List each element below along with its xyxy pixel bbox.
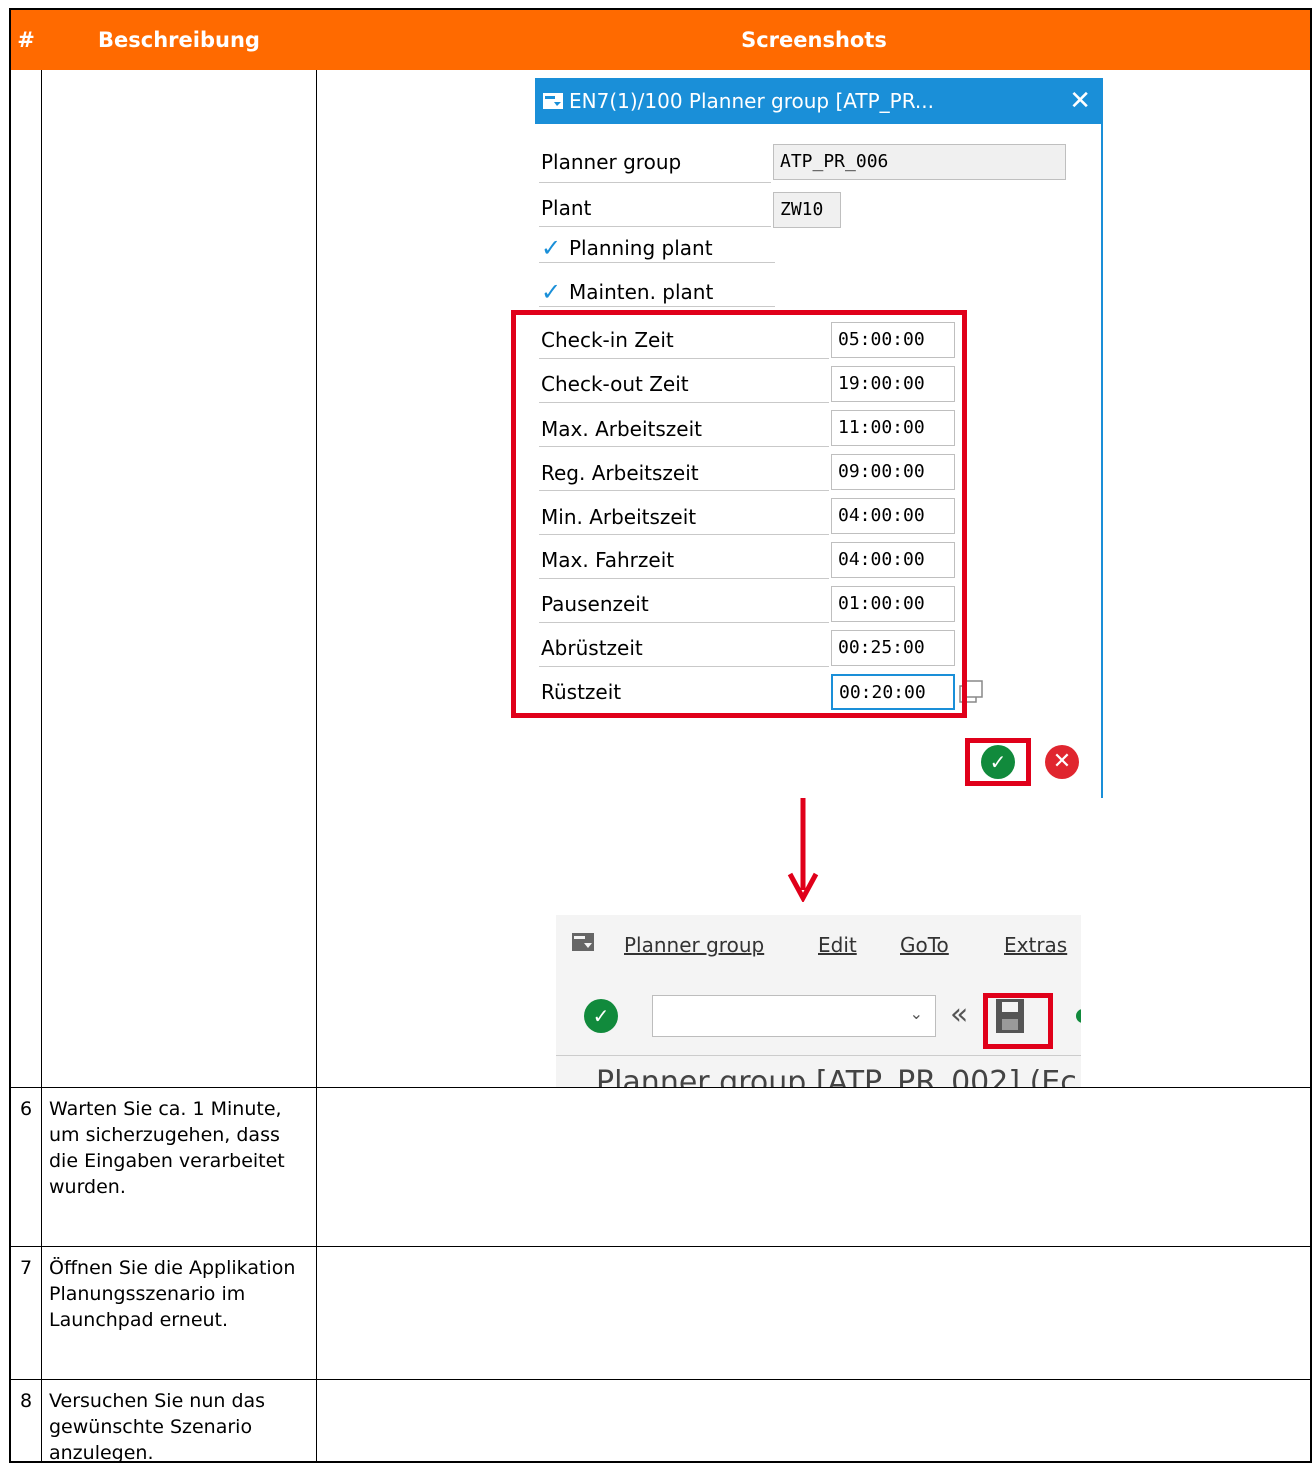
planning-plant-checkbox[interactable]: ✓	[541, 236, 565, 260]
header-num: #	[17, 28, 35, 52]
table-header: # Beschreibung Screenshots	[11, 10, 1310, 70]
close-icon[interactable]: ✕	[1069, 78, 1091, 124]
enter-button[interactable]: ✓	[584, 999, 618, 1033]
menu-extras[interactable]: Extras	[1004, 933, 1067, 957]
divider	[539, 306, 775, 307]
row-description: Warten Sie ca. 1 Minute, um sicherzugehe…	[49, 1098, 285, 1198]
mainten-plant-checkbox[interactable]: ✓	[541, 280, 565, 304]
planner-group-field: ATP_PR_006	[773, 144, 1066, 180]
dialog-border	[1101, 124, 1103, 798]
header-screenshots: Screenshots	[741, 28, 887, 52]
row-number: 8	[19, 1390, 33, 1412]
cancel-button[interactable]: ✕	[1045, 745, 1079, 779]
status-icon	[1076, 1009, 1081, 1023]
planner-group-dialog: EN7(1)/100 Planner group [ATP_PR... ✕ Pl…	[511, 78, 1103, 798]
divider	[539, 262, 775, 263]
chevron-down-icon[interactable]: ⌄	[910, 1004, 923, 1023]
confirm-button[interactable]: ✓	[981, 745, 1015, 779]
row-number: 6	[19, 1098, 33, 1120]
row-divider	[11, 1246, 1310, 1247]
row-description: Versuchen Sie nun das gewünschte Szenari…	[49, 1390, 266, 1464]
highlight-box	[511, 310, 967, 718]
mainten-plant-label: Mainten. plant	[569, 280, 714, 304]
page-title: Planner group [ATP_PR_002] (Ec	[596, 1065, 1077, 1087]
column-divider	[316, 70, 317, 1463]
divider	[539, 226, 771, 227]
planning-plant-label: Planning plant	[569, 236, 713, 260]
row-divider	[11, 1087, 1310, 1088]
plant-field: ZW10	[773, 192, 841, 228]
menu-planner-group[interactable]: Planner group	[624, 933, 764, 957]
header-description: Beschreibung	[98, 28, 260, 52]
column-divider	[41, 70, 42, 1463]
divider	[539, 182, 771, 183]
row-divider	[11, 1379, 1310, 1380]
dialog-title: EN7(1)/100 Planner group [ATP_PR...	[569, 89, 934, 113]
row-number: 7	[19, 1257, 33, 1279]
highlight-box	[983, 993, 1053, 1049]
dialog-titlebar: EN7(1)/100 Planner group [ATP_PR... ✕	[535, 78, 1103, 124]
down-arrow-icon	[787, 798, 819, 902]
row-description: Öffnen Sie die Applikation Planungsszena…	[49, 1257, 296, 1331]
menu-edit[interactable]: Edit	[818, 933, 857, 957]
divider	[556, 1055, 1081, 1056]
menu-icon[interactable]	[572, 933, 594, 951]
command-field[interactable]: ⌄	[652, 995, 936, 1037]
plant-label: Plant	[541, 196, 592, 220]
planner-group-label: Planner group	[541, 150, 682, 174]
menu-goto[interactable]: GoTo	[900, 933, 949, 957]
chevron-left-icon[interactable]: «	[950, 997, 968, 1032]
window-icon	[543, 93, 563, 109]
